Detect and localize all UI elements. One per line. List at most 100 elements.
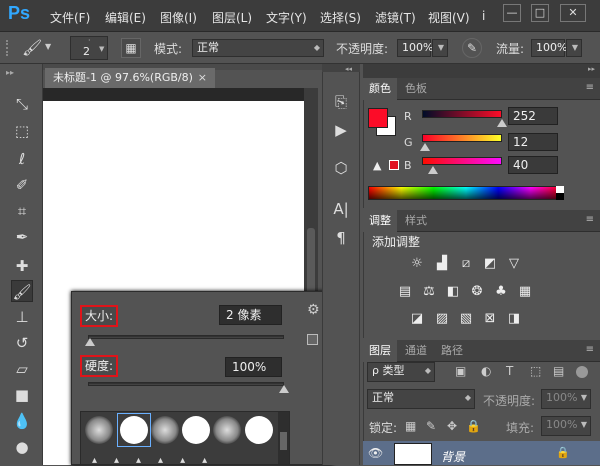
blend-mode-select[interactable]: 正常 ◆ xyxy=(367,389,475,409)
hue-saturation-icon[interactable]: ▤ xyxy=(397,285,413,299)
character-icon[interactable]: A| xyxy=(331,199,351,219)
fill-input[interactable]: 100% ▼ xyxy=(541,416,591,436)
menu-type[interactable]: 文字(Y) xyxy=(266,9,307,26)
b-slider-thumb[interactable] xyxy=(428,166,438,174)
brush-preset-picker[interactable]: · 2 ▼ xyxy=(70,36,108,60)
menu-file[interactable]: 文件(F) xyxy=(50,9,90,26)
invert-icon[interactable]: ◪ xyxy=(409,312,425,326)
b-slider[interactable] xyxy=(422,157,502,165)
opacity-input[interactable]: 100% xyxy=(397,39,433,57)
menu-image[interactable]: 图像(I) xyxy=(160,9,197,26)
black-white-swatches[interactable] xyxy=(556,186,564,200)
lock-position-icon[interactable]: ✥ xyxy=(447,419,457,433)
minimize-button[interactable]: — xyxy=(503,4,521,22)
threshold-icon[interactable]: ▧ xyxy=(458,312,474,326)
menu-layer[interactable]: 图层(L) xyxy=(212,9,252,26)
hardness-slider-track[interactable] xyxy=(88,382,284,386)
channel-mixer-icon[interactable]: ♣ xyxy=(493,285,509,299)
menu-select[interactable]: 选择(S) xyxy=(320,9,361,26)
panel-menu-icon[interactable]: ≡ xyxy=(586,214,594,225)
history-brush-tool-icon[interactable]: ↺ xyxy=(11,332,33,354)
color-balance-icon[interactable]: ⚖ xyxy=(421,285,437,299)
hard-brush-preset[interactable] xyxy=(182,416,210,444)
tab-swatches[interactable]: 色板 xyxy=(399,78,433,100)
color-lookup-icon[interactable]: ▦ xyxy=(517,285,533,299)
soft-brush-preset[interactable] xyxy=(213,416,241,444)
tab-styles[interactable]: 样式 xyxy=(399,210,433,232)
levels-icon[interactable]: ▟ xyxy=(434,257,450,271)
flow-dropdown[interactable]: ▼ xyxy=(566,39,582,57)
photo-filter-icon[interactable]: ❂ xyxy=(469,285,485,299)
posterize-icon[interactable]: ▨ xyxy=(434,312,450,326)
color-spectrum[interactable] xyxy=(368,186,564,200)
scrollbar-thumb[interactable] xyxy=(280,432,287,450)
selective-color-icon[interactable]: ⊠ xyxy=(482,312,498,326)
blur-tool-icon[interactable]: 💧 xyxy=(11,410,33,432)
dodge-tool-icon[interactable]: ● xyxy=(11,436,33,458)
r-input[interactable]: 252 xyxy=(508,107,558,125)
b-input[interactable]: 40 xyxy=(508,156,558,174)
vibrance-icon[interactable]: ▽ xyxy=(506,257,522,271)
exposure-icon[interactable]: ◩ xyxy=(482,257,498,271)
actions-play-icon[interactable]: ▶ xyxy=(331,120,351,140)
lock-pixels-icon[interactable]: ✎ xyxy=(426,419,436,433)
clone-stamp-tool-icon[interactable]: ⊥ xyxy=(11,306,33,328)
tab-layers[interactable]: 图层 xyxy=(363,340,397,362)
size-input[interactable]: 2 像素 xyxy=(219,305,282,325)
g-slider[interactable] xyxy=(422,134,502,142)
r-slider-thumb[interactable] xyxy=(497,119,507,127)
warning-icon[interactable]: ▲ xyxy=(373,159,381,172)
type-filter-icon[interactable]: T xyxy=(506,364,513,378)
layer-opacity-input[interactable]: 100% ▼ xyxy=(541,389,591,409)
chevron-down-icon[interactable]: ▼ xyxy=(45,42,51,51)
new-preset-icon[interactable] xyxy=(307,334,318,345)
move-tool-icon[interactable]: ⤡ xyxy=(11,93,33,115)
smart-object-filter-icon[interactable]: ▤ xyxy=(553,364,564,378)
r-slider[interactable] xyxy=(422,110,502,118)
pressure-opacity-icon[interactable]: ✎ xyxy=(462,38,482,58)
panel-menu-icon[interactable]: ≡ xyxy=(586,82,594,93)
tab-adjustments[interactable]: 调整 xyxy=(363,210,397,232)
g-slider-thumb[interactable] xyxy=(420,143,430,151)
layer-filter-select[interactable]: ρ 类型 ◆ xyxy=(367,362,435,382)
menu-edit[interactable]: 编辑(E) xyxy=(105,9,146,26)
size-slider-thumb[interactable] xyxy=(84,338,95,346)
size-slider-track[interactable] xyxy=(88,335,284,339)
flow-input[interactable]: 100% xyxy=(531,39,567,57)
hard-brush-preset[interactable] xyxy=(245,416,273,444)
brush-tool-icon[interactable]: 🖌 xyxy=(11,280,33,302)
marquee-tool-icon[interactable]: ⬚ xyxy=(11,120,33,142)
panel-menu-icon[interactable]: ≡ xyxy=(586,344,594,355)
filter-toggle-icon[interactable] xyxy=(576,366,588,378)
grip-handle[interactable] xyxy=(6,40,10,56)
gradient-tool-icon[interactable]: ■ xyxy=(11,384,33,406)
presets-scrollbar[interactable] xyxy=(278,412,289,464)
visibility-eye-icon[interactable]: 👁 xyxy=(368,446,383,460)
adjustment-filter-icon[interactable]: ◐ xyxy=(481,364,491,378)
close-button[interactable]: ✕ xyxy=(560,4,586,22)
restore-button[interactable]: □ xyxy=(531,4,549,22)
gear-icon[interactable]: ⚙ xyxy=(307,302,320,318)
hardness-input[interactable]: 100% xyxy=(225,357,282,377)
lock-all-icon[interactable]: 🔒 xyxy=(466,419,481,433)
soft-brush-preset[interactable] xyxy=(85,416,113,444)
eraser-tool-icon[interactable]: ▱ xyxy=(11,358,33,380)
document-tab[interactable]: 未标题-1 @ 97.6%(RGB/8) × xyxy=(45,68,215,88)
lock-transparency-icon[interactable]: ▦ xyxy=(405,419,416,433)
expand-icon[interactable]: ▸▸ xyxy=(588,65,595,73)
tab-paths[interactable]: 路径 xyxy=(435,340,469,362)
paragraph-icon[interactable]: ¶ xyxy=(331,228,351,248)
pixel-filter-icon[interactable]: ▣ xyxy=(455,364,466,378)
web-safe-swatch[interactable] xyxy=(389,160,399,170)
shape-filter-icon[interactable]: ⬚ xyxy=(530,364,541,378)
close-tab-icon[interactable]: × xyxy=(198,68,207,88)
3d-icon[interactable]: ⬡ xyxy=(331,158,351,178)
menu-view[interactable]: 视图(V) xyxy=(428,9,470,26)
crop-tool-icon[interactable]: ⌗ xyxy=(11,200,33,222)
tab-color[interactable]: 颜色 xyxy=(363,78,397,100)
history-icon[interactable]: ⎘ xyxy=(331,92,351,112)
curves-icon[interactable]: ⧄ xyxy=(458,257,474,271)
brush-tool-icon[interactable]: 🖌 xyxy=(22,38,42,57)
eyedropper-tool-icon[interactable]: ✒ xyxy=(11,226,33,248)
soft-brush-preset[interactable] xyxy=(151,416,179,444)
